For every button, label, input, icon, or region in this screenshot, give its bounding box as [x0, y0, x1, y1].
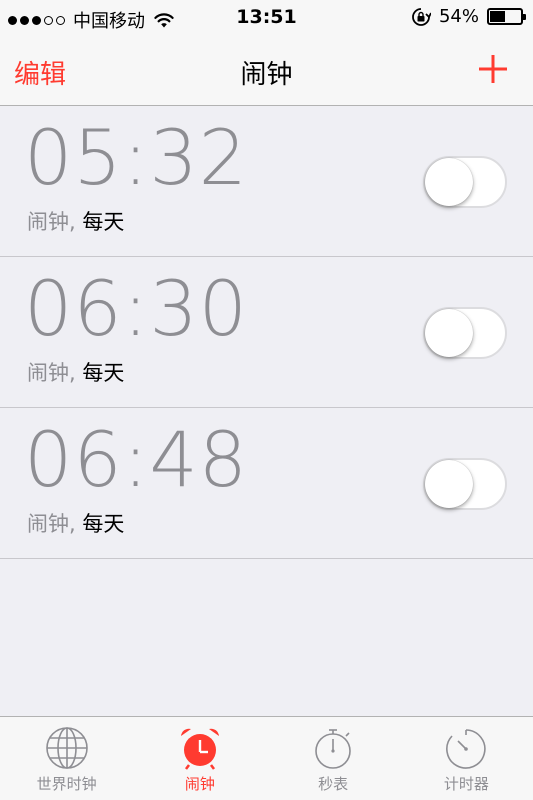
alarm-row[interactable]: 05:32 闹钟, 每天 — [0, 106, 533, 257]
alarm-subtitle: 闹钟, 每天 — [27, 508, 124, 538]
alarm-subtitle: 闹钟, 每天 — [27, 357, 124, 387]
alarm-list: 05:32 闹钟, 每天 06:30 闹钟, 每天 06:48 闹钟, 每天 — [0, 106, 533, 559]
alarm-time: 06:48 — [24, 415, 249, 504]
timer-icon — [446, 729, 486, 769]
tab-label: 计时器 — [443, 775, 489, 793]
status-bar: 中国移动 13:51 54% — [0, 0, 533, 36]
tab-bar: 世界时钟 闹钟 秒表 计时器 — [0, 716, 533, 800]
alarm-row[interactable]: 06:48 闹钟, 每天 — [0, 408, 533, 559]
alarm-repeat: 每天 — [82, 361, 125, 385]
tab-timer[interactable]: 计时器 — [400, 717, 533, 800]
battery-icon — [487, 8, 526, 25]
tab-alarm[interactable]: 闹钟 — [133, 717, 266, 800]
status-right: 54% — [411, 6, 526, 27]
alarm-time: 06:30 — [24, 264, 249, 353]
alarm-row[interactable]: 06:30 闹钟, 每天 — [0, 257, 533, 408]
alarm-toggle[interactable] — [423, 156, 507, 208]
alarm-clock-icon — [180, 728, 219, 770]
alarm-time: 05:32 — [24, 113, 249, 202]
alarm-repeat: 每天 — [82, 512, 125, 536]
alarm-repeat: 每天 — [82, 210, 125, 234]
page-title: 闹钟 — [240, 60, 293, 90]
tab-world-clock[interactable]: 世界时钟 — [0, 717, 133, 800]
globe-icon — [45, 727, 88, 769]
toggle-knob — [425, 460, 473, 508]
alarm-label: 闹钟, — [27, 512, 76, 536]
battery-percent: 54% — [438, 6, 479, 27]
toggle-knob — [425, 158, 473, 206]
tab-label: 世界时钟 — [36, 775, 97, 793]
tab-label: 秒表 — [318, 775, 349, 793]
add-alarm-button[interactable] — [475, 51, 511, 87]
alarm-label: 闹钟, — [27, 210, 76, 234]
battery-fill — [490, 11, 505, 22]
tab-stopwatch[interactable]: 秒表 — [267, 717, 400, 800]
alarm-label: 闹钟, — [27, 361, 76, 385]
alarm-toggle[interactable] — [423, 458, 507, 510]
tab-label: 闹钟 — [184, 775, 215, 793]
rotation-lock-icon — [412, 7, 431, 26]
alarm-subtitle: 闹钟, 每天 — [27, 206, 124, 236]
navigation-bar: 编辑 闹钟 — [0, 36, 533, 106]
toggle-knob — [425, 309, 473, 357]
stopwatch-icon — [315, 729, 351, 769]
alarm-toggle[interactable] — [423, 307, 507, 359]
